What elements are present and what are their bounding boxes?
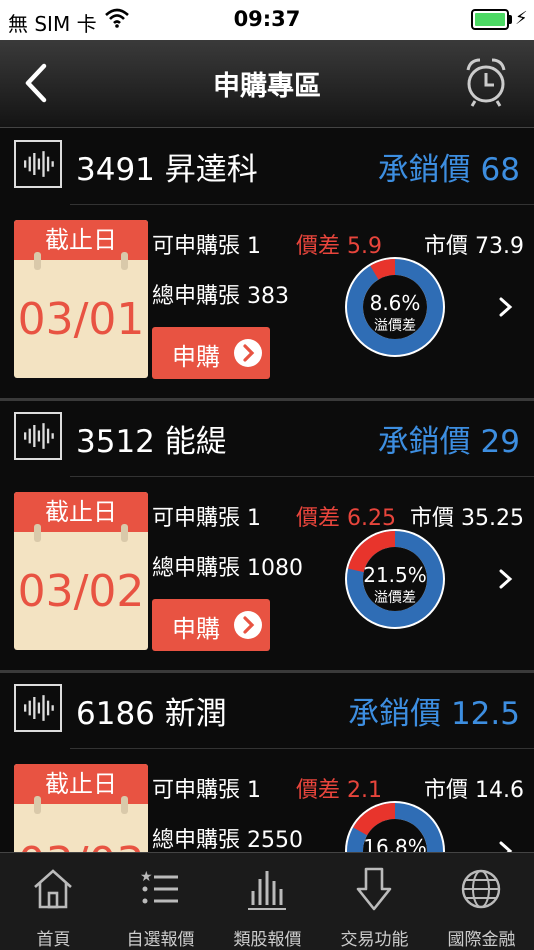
- ipo-header[interactable]: 3491 昇達科 承銷價 68: [0, 128, 534, 204]
- available-lots: 可申購張 1: [152, 234, 261, 259]
- deadline-calendar: 截止日 03/02: [14, 492, 148, 650]
- clock: 09:37: [233, 7, 301, 31]
- ipo-item[interactable]: 6186 新潤 承銷價 12.5 截止日 03/03 可申購張 1 總申購張 2…: [0, 672, 534, 852]
- nav-bar: 申購專區: [0, 40, 534, 128]
- tab-watchlist-label: 自選報價: [126, 930, 195, 950]
- chevron-right-icon: [234, 339, 262, 367]
- tab-global-label: 國際金融: [447, 930, 516, 950]
- ipo-header[interactable]: 6186 新潤 承銷價 12.5: [0, 672, 534, 748]
- total-lots: 總申購張 383: [152, 284, 289, 309]
- tab-trade[interactable]: 交易功能: [321, 853, 428, 950]
- calendar-ring: [121, 524, 128, 542]
- tab-home-label: 首頁: [36, 930, 71, 950]
- tab-trade-label: 交易功能: [340, 930, 409, 950]
- battery-tip: [509, 15, 512, 24]
- premium-text: 16.8% 溢價差: [344, 835, 446, 852]
- divider: [70, 204, 534, 205]
- status-bar: 無 SIM 卡 09:37 ⚡: [0, 0, 534, 40]
- globe-icon: [461, 869, 501, 909]
- stock-name: 6186 新潤: [76, 696, 227, 732]
- subscribe-label: 申購: [172, 615, 220, 643]
- deadline-calendar: 截止日 03/03: [14, 764, 148, 852]
- available-lots: 可申購張 1: [152, 778, 261, 803]
- calendar-ring: [34, 796, 41, 814]
- trade-icon: [356, 867, 392, 911]
- stock-name: 3491 昇達科: [76, 152, 258, 188]
- calendar-ring: [34, 252, 41, 270]
- divider: [70, 476, 534, 477]
- premium-text: 21.5% 溢價差: [344, 563, 446, 607]
- chevron-right-icon: [234, 611, 262, 639]
- tab-sector[interactable]: 類股報價: [214, 853, 321, 950]
- tab-home[interactable]: 首頁: [0, 853, 107, 950]
- tab-global[interactable]: 國際金融: [428, 853, 534, 950]
- total-lots: 總申購張 2550: [152, 828, 303, 852]
- tab-watchlist[interactable]: ★ 自選報價: [107, 853, 214, 950]
- page-title: 申購專區: [213, 71, 321, 102]
- deadline-date: 03/03: [14, 838, 148, 852]
- watchlist-icon: ★: [140, 869, 178, 904]
- available-lots: 可申購張 1: [152, 506, 261, 531]
- alarm-clock-icon[interactable]: [464, 56, 508, 108]
- ipo-header[interactable]: 3512 能緹 承銷價 29: [0, 400, 534, 476]
- premium-percent: 8.6%: [369, 291, 421, 315]
- svg-text:★: ★: [140, 869, 153, 885]
- calendar-ring: [121, 252, 128, 270]
- ipo-item[interactable]: 3512 能緹 承銷價 29 截止日 03/02 可申購張 1 總申購張 108…: [0, 400, 534, 673]
- underwriting-price: 承銷價 29: [377, 424, 520, 460]
- subscription-list[interactable]: 3491 昇達科 承銷價 68 截止日 03/01 可申購張 1 總申購張 38…: [0, 128, 534, 852]
- disclosure-arrow-icon[interactable]: [496, 837, 516, 852]
- premium-text: 8.6% 溢價差: [344, 291, 446, 335]
- premium-percent: 16.8%: [363, 835, 427, 852]
- calendar-ring: [121, 796, 128, 814]
- tab-sector-label: 類股報價: [233, 930, 302, 950]
- ipo-item[interactable]: 3491 昇達科 承銷價 68 截止日 03/01 可申購張 1 總申購張 38…: [0, 128, 534, 401]
- deadline-date: 03/01: [17, 294, 145, 345]
- waveform-icon: [14, 412, 62, 460]
- subscribe-button[interactable]: 申購: [152, 327, 270, 379]
- deadline-date: 03/02: [17, 566, 145, 617]
- battery-icon: [471, 9, 509, 30]
- premium-percent: 21.5%: [363, 563, 427, 587]
- premium-label: 溢價差: [374, 590, 416, 606]
- tab-bar: 首頁 ★ 自選報價 類股報價 交易功能 國際金融: [0, 852, 534, 950]
- stock-name: 3512 能緹: [76, 424, 227, 460]
- sector-chart-icon: [248, 871, 286, 910]
- underwriting-price: 承銷價 68: [377, 152, 520, 188]
- disclosure-arrow-icon[interactable]: [496, 293, 516, 321]
- disclosure-arrow-icon[interactable]: [496, 565, 516, 593]
- waveform-icon: [14, 140, 62, 188]
- deadline-calendar: 截止日 03/01: [14, 220, 148, 378]
- subscribe-label: 申購: [172, 343, 220, 371]
- home-icon: [34, 869, 72, 909]
- premium-label: 溢價差: [374, 318, 416, 334]
- waveform-icon: [14, 684, 62, 732]
- calendar-ring: [34, 524, 41, 542]
- underwriting-price: 承銷價 12.5: [348, 696, 520, 732]
- total-lots: 總申購張 1080: [152, 556, 303, 581]
- subscribe-button[interactable]: 申購: [152, 599, 270, 651]
- charging-icon: ⚡: [515, 8, 528, 29]
- divider: [70, 748, 534, 749]
